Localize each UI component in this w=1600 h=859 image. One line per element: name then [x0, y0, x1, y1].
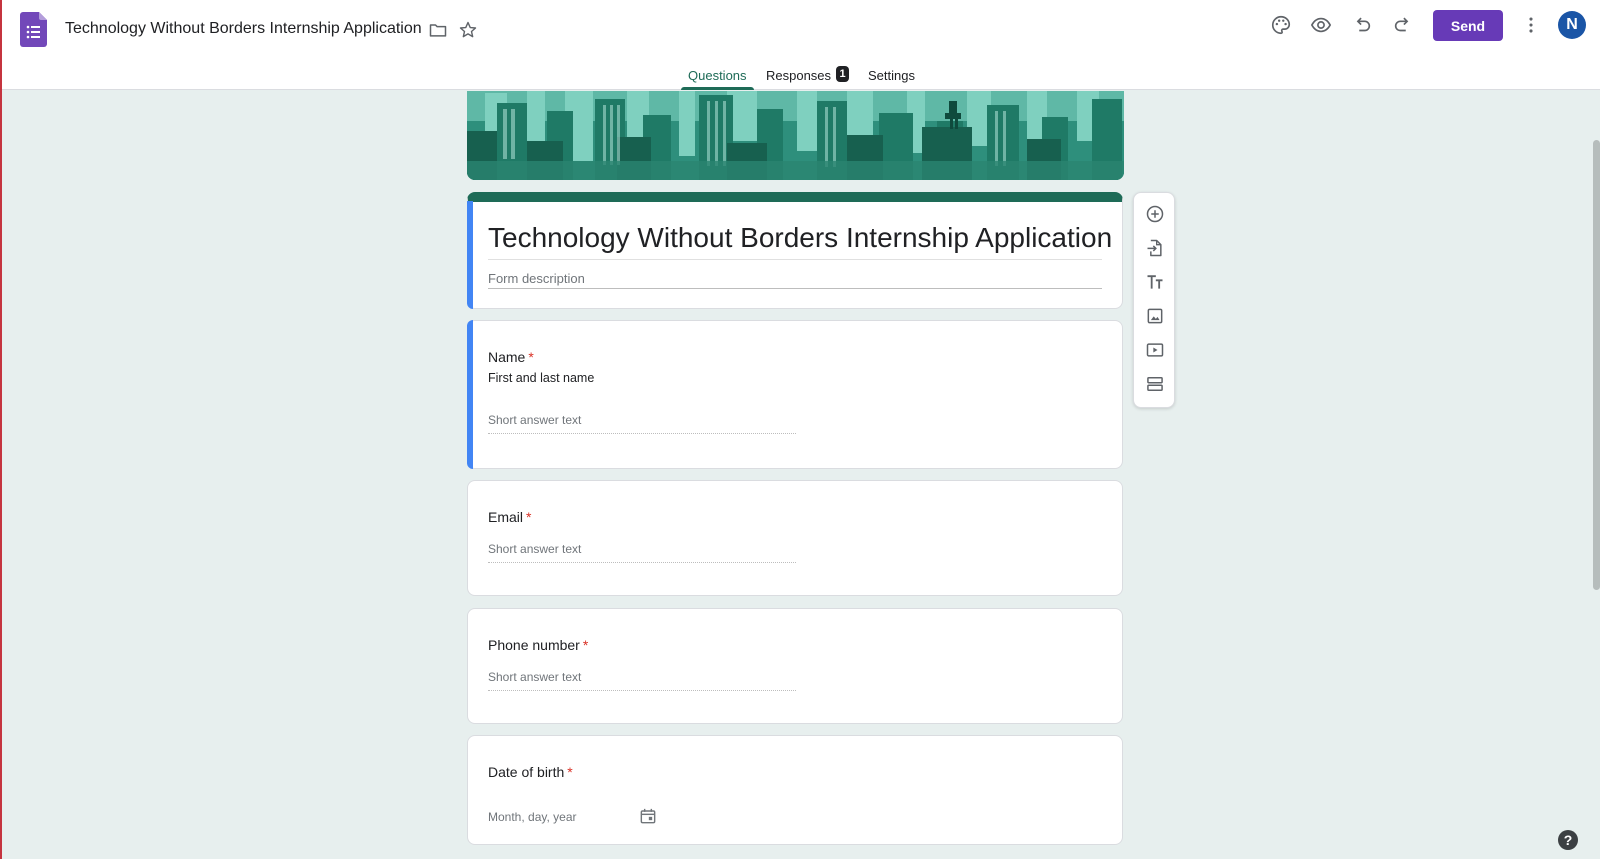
question-title-text: Email	[488, 509, 524, 525]
folder-icon[interactable]	[424, 16, 452, 44]
redo-icon[interactable]	[1389, 11, 1417, 39]
question-title: Email *	[488, 509, 531, 525]
active-tab-indicator	[681, 87, 754, 90]
scrollbar[interactable]	[1593, 140, 1600, 590]
question-card-date-of-birth[interactable]: Date of birth * Month, day, year	[467, 735, 1123, 845]
short-answer-field: Short answer text	[488, 670, 796, 691]
star-icon[interactable]	[454, 16, 482, 44]
add-video-icon[interactable]	[1143, 338, 1167, 362]
tab-responses[interactable]: Responses	[766, 68, 831, 83]
required-asterisk: *	[528, 349, 534, 365]
more-vert-icon[interactable]	[1517, 11, 1545, 39]
date-field: Month, day, year	[488, 806, 658, 830]
divider	[488, 288, 1102, 289]
tab-bar: Questions Responses 1 Settings	[0, 62, 1600, 90]
window-edge	[0, 0, 2, 859]
calendar-icon	[640, 808, 656, 824]
date-placeholder: Month, day, year	[488, 810, 577, 824]
add-question-icon[interactable]	[1143, 202, 1167, 226]
question-title: Date of birth *	[488, 764, 573, 780]
tab-questions[interactable]: Questions	[688, 68, 747, 83]
question-card-phone[interactable]: Phone number * Short answer text	[467, 608, 1123, 724]
form-title[interactable]: Technology Without Borders Internship Ap…	[488, 222, 1112, 254]
question-title-text: Date of birth	[488, 764, 565, 780]
send-button[interactable]: Send	[1433, 10, 1503, 41]
question-title-text: Name	[488, 349, 526, 365]
forms-logo-icon[interactable]	[20, 12, 47, 47]
short-answer-field: Short answer text	[488, 542, 796, 563]
required-asterisk: *	[526, 509, 532, 525]
form-title-card[interactable]: Technology Without Borders Internship Ap…	[467, 192, 1123, 309]
add-section-icon[interactable]	[1143, 372, 1167, 396]
divider	[488, 259, 1102, 260]
tab-settings[interactable]: Settings	[868, 68, 915, 83]
question-title: Name *	[488, 349, 534, 365]
question-toolbar	[1133, 192, 1175, 408]
responses-count-badge: 1	[836, 66, 849, 82]
help-icon[interactable]: ?	[1558, 830, 1578, 850]
question-title: Phone number *	[488, 637, 588, 653]
question-card-email[interactable]: Email * Short answer text	[467, 480, 1123, 596]
add-image-icon[interactable]	[1143, 304, 1167, 328]
avatar[interactable]: N	[1558, 11, 1586, 39]
document-title[interactable]: Technology Without Borders Internship Ap…	[65, 20, 422, 38]
short-answer-field: Short answer text	[488, 413, 796, 434]
required-asterisk: *	[582, 637, 589, 653]
undo-icon[interactable]	[1348, 11, 1376, 39]
question-description: First and last name	[488, 371, 595, 385]
form-description-field[interactable]: Form description	[488, 271, 585, 286]
eye-icon[interactable]	[1307, 11, 1335, 39]
app-header: Technology Without Borders Internship Ap…	[0, 0, 1600, 90]
add-title-icon[interactable]	[1143, 270, 1167, 294]
question-card-name[interactable]: Name * First and last name Short answer t…	[467, 320, 1123, 469]
required-asterisk: *	[567, 764, 573, 780]
header-banner-image	[467, 91, 1124, 180]
palette-icon[interactable]	[1267, 11, 1295, 39]
import-questions-icon[interactable]	[1143, 236, 1167, 260]
question-title-text: Phone number	[488, 637, 580, 653]
